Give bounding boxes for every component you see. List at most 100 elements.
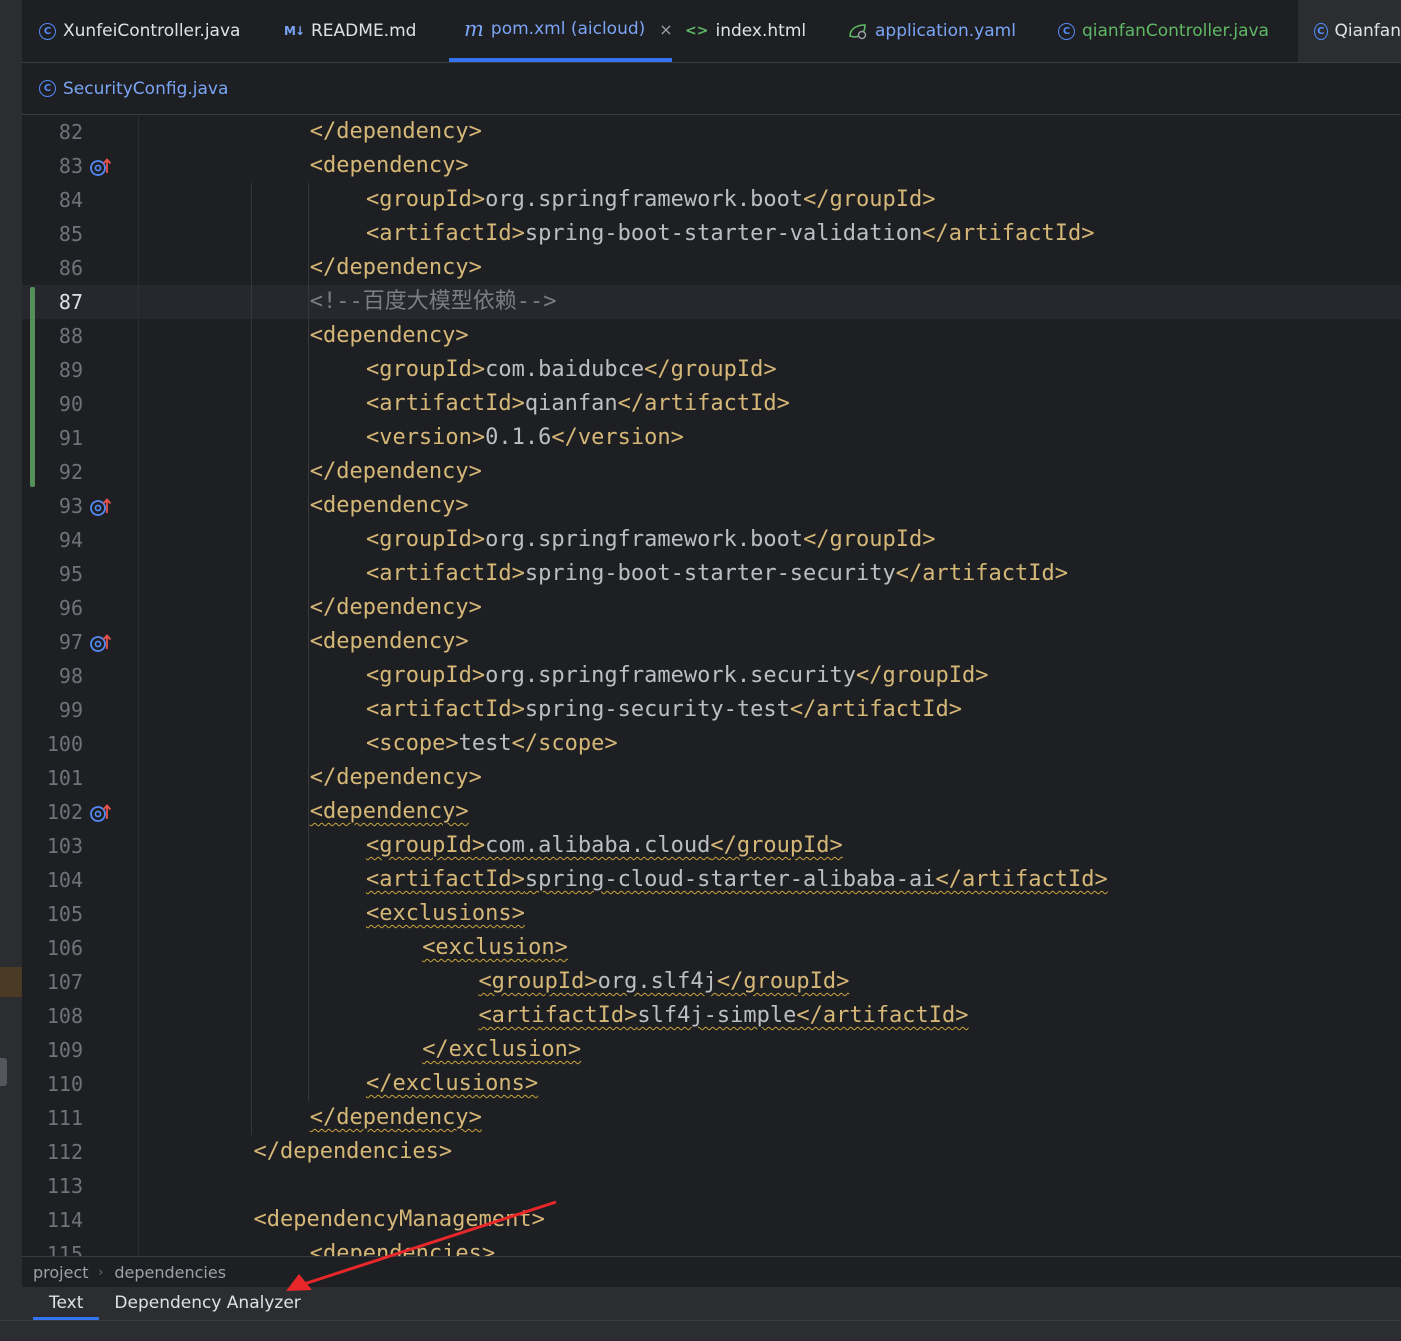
code-line[interactable]: 96 </dependency> [22,591,1401,625]
code-line[interactable]: 105 <exclusions> [22,897,1401,931]
tab-label: XunfeiController.java [63,21,241,41]
code-line[interactable]: 106 <exclusion> [22,931,1401,965]
code-line[interactable]: 108 <artifactId>slf4j-simple</artifactId> [22,999,1401,1033]
code-line[interactable]: 88 <dependency> [22,319,1401,353]
code-line[interactable]: 114 <dependencyManagement> [22,1203,1401,1237]
code-text: <scope>test</scope> [365,731,618,756]
line-number: 94 [58,528,83,552]
line-number: 100 [46,732,83,756]
spring-config-icon [848,22,868,40]
code-text: <groupId>org.slf4j</groupId> [478,969,850,994]
code-line[interactable]: 104 <artifactId>spring-cloud-starter-alib… [22,863,1401,897]
override-icon[interactable] [88,633,114,653]
line-number: 91 [58,426,83,450]
tab-qianfan[interactable]: C Qianfan [1298,0,1401,62]
code-line[interactable]: 112 </dependencies> [22,1135,1401,1169]
code-text: <groupId>org.springframework.boot</group… [365,187,936,212]
code-line[interactable]: 93 <dependency> [22,489,1401,523]
code-line[interactable]: 86 </dependency> [22,251,1401,285]
code-text: <artifactId>spring-security-test</artifa… [365,697,962,722]
code-line[interactable]: 101 </dependency> [22,761,1401,795]
code-line[interactable]: 90 <artifactId>qianfan</artifactId> [22,387,1401,421]
tab-label: qianfanController.java [1082,21,1269,41]
code-text: <dependency> [309,493,469,518]
tab-label: README.md [311,21,417,41]
line-number: 93 [58,494,83,518]
code-line[interactable]: 87 <!--百度大模型依赖--> [22,285,1401,319]
code-line[interactable]: 102 <dependency> [22,795,1401,829]
code-line[interactable]: 92 </dependency> [22,455,1401,489]
tab-qianfan-controller[interactable]: C qianfanController.java [1058,0,1298,62]
code-text: <dependency> [309,153,469,178]
code-line[interactable]: 98 <groupId>org.springframework.security<… [22,659,1401,693]
left-strip-handle[interactable] [0,1058,7,1086]
code-line[interactable]: 103 <groupId>com.alibaba.cloud</groupId> [22,829,1401,863]
line-number: 98 [58,664,83,688]
code-text: <groupId>org.springframework.boot</group… [365,527,936,552]
line-number: 101 [46,766,83,790]
line-number: 114 [46,1208,83,1232]
tab-label: SecurityConfig.java [63,78,229,99]
breadcrumb: project › dependencies [22,1256,1401,1287]
code-line[interactable]: 113 [22,1169,1401,1203]
code-text: <dependency> [309,629,469,654]
class-icon: C [1058,22,1075,40]
code-text: <!--百度大模型依赖--> [309,289,557,314]
tab-label: Qianfan [1334,21,1401,41]
tab-index-html[interactable]: <> index.html [685,0,835,62]
breadcrumb-item-dependencies[interactable]: dependencies [114,1263,226,1282]
code-line[interactable]: 89 <groupId>com.baidubce</groupId> [22,353,1401,387]
tab-label: index.html [715,21,807,41]
line-number: 90 [58,392,83,416]
tab-text[interactable]: Text [33,1287,100,1320]
code-line[interactable]: 109 </exclusion> [22,1033,1401,1067]
status-strip [0,1320,1401,1341]
override-icon[interactable] [88,157,114,177]
line-number: 112 [46,1140,83,1164]
html-icon: <> [685,23,709,39]
code-line[interactable]: 115 <dependencies> [22,1237,1401,1256]
tab-application-yaml[interactable]: application.yaml [848,0,1048,62]
class-icon: C [39,22,56,40]
code-line[interactable]: 97 <dependency> [22,625,1401,659]
code-line[interactable]: 95 <artifactId>spring-boot-starter-securi… [22,557,1401,591]
override-icon[interactable] [88,803,114,823]
code-line[interactable]: 100 <scope>test</scope> [22,727,1401,761]
code-text: <dependencyManagement> [253,1207,545,1232]
tab-pom-xml[interactable]: m pom.xml (aicloud) × [449,0,673,62]
code-line[interactable]: 107 <groupId>org.slf4j</groupId> [22,965,1401,999]
code-text: </dependency> [309,765,482,790]
code-line[interactable]: 91 <version>0.1.6</version> [22,421,1401,455]
line-number: 95 [58,562,83,586]
code-line[interactable]: 99 <artifactId>spring-security-test</arti… [22,693,1401,727]
code-text: <artifactId>spring-boot-starter-security… [365,561,1068,586]
line-number: 108 [46,1004,83,1028]
line-number: 84 [58,188,83,212]
class-icon: C [39,80,56,97]
line-number: 92 [58,460,83,484]
tab-dependency-analyzer[interactable]: Dependency Analyzer [114,1287,300,1320]
override-icon[interactable] [88,497,114,517]
code-line[interactable]: 84 <groupId>org.springframework.boot</gro… [22,183,1401,217]
close-icon[interactable]: × [659,20,672,39]
editor-tab-bar-row-2: C SecurityConfig.java [22,63,1401,115]
editor-mode-tabs: Text Dependency Analyzer [22,1287,1401,1320]
code-line[interactable]: 82 </dependency> [22,115,1401,149]
tab-xunfei-controller[interactable]: C XunfeiController.java [39,0,269,62]
breadcrumb-item-project[interactable]: project [33,1263,89,1282]
code-editor[interactable]: 82 </dependency> 83 <dependency> 84 <groupId>… [22,115,1401,1256]
code-text: <groupId>com.baidubce</groupId> [365,357,777,382]
code-line[interactable]: 111 </dependency> [22,1101,1401,1135]
tab-readme[interactable]: M↓ README.md [284,0,444,62]
code-line[interactable]: 110 </exclusions> [22,1067,1401,1101]
code-line[interactable]: 85 <artifactId>spring-boot-starter-valida… [22,217,1401,251]
line-number: 89 [58,358,83,382]
code-line[interactable]: 94 <groupId>org.springframework.boot</gro… [22,523,1401,557]
tab-security-config[interactable]: C SecurityConfig.java [39,63,259,114]
line-number: 85 [58,222,83,246]
line-number: 96 [58,596,83,620]
left-tool-strip [0,0,23,1340]
code-line[interactable]: 83 <dependency> [22,149,1401,183]
code-text: <dependency> [309,799,469,824]
code-text: <artifactId>qianfan</artifactId> [365,391,790,416]
